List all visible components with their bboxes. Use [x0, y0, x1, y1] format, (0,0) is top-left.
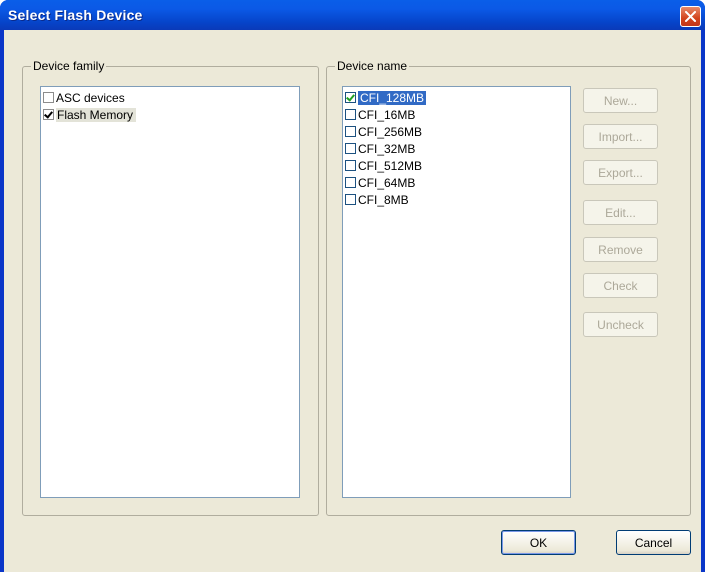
checkbox[interactable] [345, 177, 356, 188]
edit-button[interactable]: Edit... [583, 200, 658, 225]
list-item-label: ASC devices [56, 90, 125, 105]
checkbox[interactable] [345, 143, 356, 154]
device-family-label: Device family [31, 59, 107, 73]
close-button[interactable] [680, 6, 701, 27]
device-name-list[interactable]: CFI_128MB CFI_16MB CFI_256MB CFI_32MB CF… [342, 86, 571, 498]
ok-button[interactable]: OK [501, 530, 576, 555]
checkbox[interactable] [345, 92, 356, 103]
list-item-label: CFI_512MB [358, 158, 423, 173]
list-item-flash-memory[interactable]: Flash Memory [43, 106, 137, 123]
list-item-label: Flash Memory [56, 107, 137, 122]
list-item-label: CFI_8MB [358, 192, 409, 207]
cancel-button[interactable]: Cancel [616, 530, 691, 555]
list-item-cfi-32mb[interactable]: CFI_32MB [345, 140, 415, 157]
close-icon [685, 11, 696, 22]
checkbox[interactable] [345, 194, 356, 205]
checkbox[interactable] [345, 109, 356, 120]
device-name-label: Device name [335, 59, 410, 73]
uncheck-button[interactable]: Uncheck [583, 312, 658, 337]
list-item-cfi-8mb[interactable]: CFI_8MB [345, 191, 409, 208]
import-button[interactable]: Import... [583, 124, 658, 149]
dialog-client-area: Device family ASC devices Flash Memory D… [4, 30, 701, 572]
list-item-cfi-16mb[interactable]: CFI_16MB [345, 106, 415, 123]
list-item-asc-devices[interactable]: ASC devices [43, 89, 125, 106]
list-item-label: CFI_256MB [358, 124, 423, 139]
device-family-list[interactable]: ASC devices Flash Memory [40, 86, 300, 498]
list-item-cfi-128mb[interactable]: CFI_128MB [345, 89, 427, 106]
list-item-label: CFI_16MB [358, 107, 416, 122]
list-item-cfi-256mb[interactable]: CFI_256MB [345, 123, 422, 140]
list-item-label: CFI_64MB [358, 175, 416, 190]
window-title: Select Flash Device [8, 7, 143, 23]
list-item-cfi-64mb[interactable]: CFI_64MB [345, 174, 415, 191]
new-button[interactable]: New... [583, 88, 658, 113]
list-item-cfi-512mb[interactable]: CFI_512MB [345, 157, 422, 174]
checkbox[interactable] [43, 92, 54, 103]
list-item-label: CFI_32MB [358, 141, 416, 156]
checkbox[interactable] [345, 160, 356, 171]
checkbox[interactable] [345, 126, 356, 137]
list-item-label: CFI_128MB [358, 90, 427, 105]
checkbox[interactable] [43, 109, 54, 120]
export-button[interactable]: Export... [583, 160, 658, 185]
dialog-window: Select Flash Device Device family ASC de… [0, 0, 705, 572]
remove-button[interactable]: Remove [583, 237, 658, 262]
title-bar[interactable]: Select Flash Device [0, 0, 705, 30]
check-button[interactable]: Check [583, 273, 658, 298]
